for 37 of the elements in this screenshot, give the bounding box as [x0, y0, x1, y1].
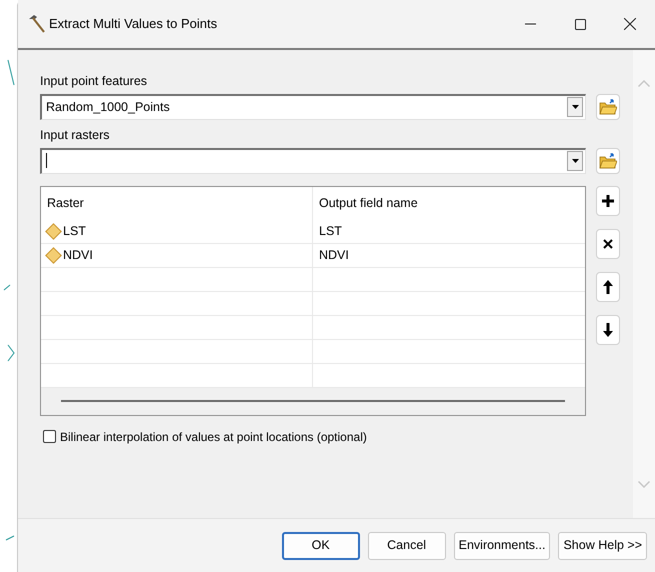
text-cursor — [46, 153, 47, 168]
raster-icon — [45, 246, 62, 264]
dialog-button[interactable]: Environments... — [454, 532, 550, 560]
minimize-icon — [524, 23, 536, 25]
table-cell-text: NDVI — [319, 246, 349, 264]
field-label: Input point features — [40, 73, 148, 90]
table-cell-text: LST — [319, 222, 342, 240]
browse-button[interactable] — [596, 148, 620, 174]
up-arrow-icon — [603, 280, 613, 294]
dialog-button[interactable]: Show Help >> — [558, 532, 647, 560]
table-cell-text: NDVI — [63, 246, 93, 264]
checkbox[interactable] — [43, 430, 56, 443]
column-header[interactable]: Raster — [41, 186, 313, 220]
move-down-button[interactable] — [596, 314, 620, 344]
column-header[interactable]: Output field name — [313, 186, 585, 220]
folder-icon — [599, 98, 617, 115]
maximize-icon — [574, 18, 586, 30]
close-icon — [603, 238, 613, 248]
down-arrow-icon — [603, 322, 613, 336]
dialog-button[interactable]: OK — [282, 532, 360, 560]
horizontal-scrollbar[interactable] — [61, 400, 565, 402]
raster-icon — [45, 222, 62, 240]
add-button[interactable] — [596, 186, 620, 216]
dialog-button[interactable]: Cancel — [368, 532, 446, 560]
close-icon — [624, 18, 636, 30]
window-title: Extract Multi Values to Points — [49, 15, 218, 34]
move-up-button[interactable] — [596, 272, 620, 302]
plus-icon — [602, 194, 614, 206]
dropdown-field[interactable] — [40, 148, 586, 174]
folder-icon — [599, 152, 617, 168]
field-value: Random_1000_Points — [45, 98, 171, 116]
dropdown-field[interactable]: Random_1000_Points — [40, 94, 586, 120]
browse-button[interactable] — [596, 94, 620, 120]
field-label: Input rasters — [40, 126, 110, 144]
table-cell-text: LST — [63, 222, 86, 240]
checkbox-label: Bilinear interpolation of values at point locations (optional) — [60, 428, 367, 446]
remove-button[interactable] — [596, 228, 620, 258]
